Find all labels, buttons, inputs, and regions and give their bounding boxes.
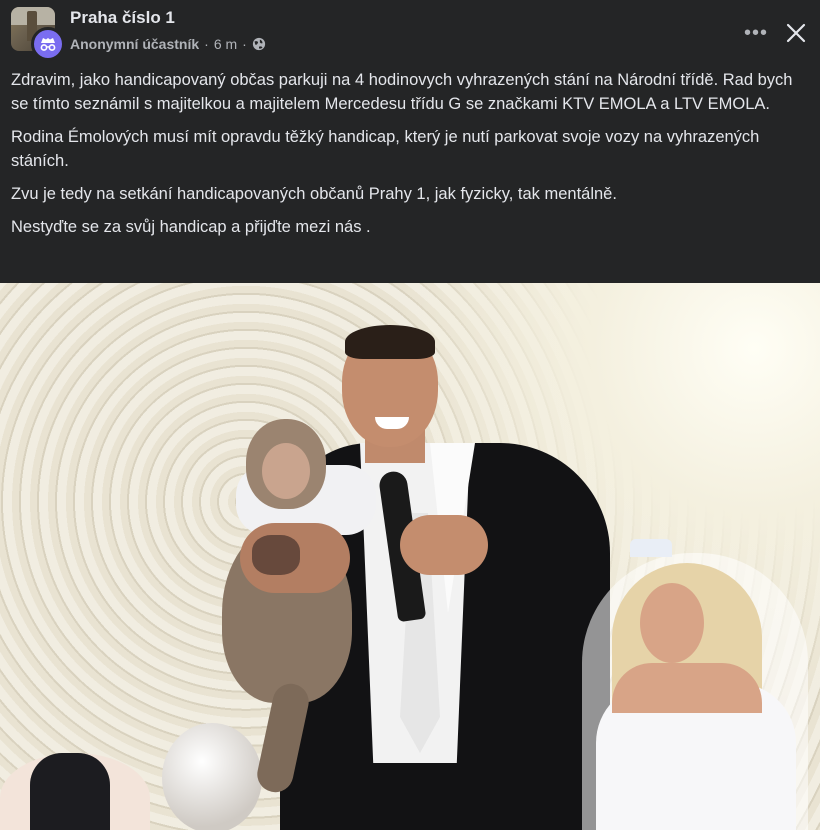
monkey-face: [262, 443, 310, 499]
close-icon: [786, 23, 806, 43]
post-meta: Anonymní účastník · 6 m ·: [70, 36, 266, 52]
post-paragraph: Nestyďte se za svůj handicap a přijďte m…: [11, 218, 371, 236]
bride-face: [640, 583, 704, 663]
meta-separator: ·: [204, 36, 209, 52]
globe-icon: [252, 37, 265, 51]
guest-shoulder: [30, 753, 110, 830]
man-hair: [345, 325, 435, 359]
post-paragraph: Zvu je tedy na setkání handicapovaných o…: [11, 185, 617, 203]
man-hand: [400, 515, 488, 575]
post-time[interactable]: 6 m: [214, 36, 237, 52]
close-button[interactable]: [778, 15, 814, 51]
meta-separator-2: ·: [242, 36, 247, 52]
author-name[interactable]: Anonymní účastník: [70, 36, 199, 52]
balloon: [162, 723, 262, 830]
post-paragraph: Zdravim, jako handicapovaný občas parkuj…: [11, 71, 793, 113]
bride-shoulders: [612, 663, 762, 713]
incognito-icon[interactable]: [31, 27, 65, 61]
post-photo[interactable]: [0, 283, 820, 830]
post-header: Praha číslo 1 Anonymní účastník · 6 m · …: [0, 0, 820, 68]
group-name[interactable]: Praha číslo 1: [70, 8, 175, 28]
post-paragraph: Rodina Émolových musí mít opravdu těžký …: [11, 128, 760, 170]
bride-tiara: [630, 539, 672, 557]
arm-tattoo: [252, 535, 300, 575]
more-horizontal-icon: •••: [743, 21, 768, 44]
more-options-button[interactable]: •••: [738, 15, 774, 51]
post-body: Zdravim, jako handicapovaný občas parkuj…: [0, 68, 820, 239]
